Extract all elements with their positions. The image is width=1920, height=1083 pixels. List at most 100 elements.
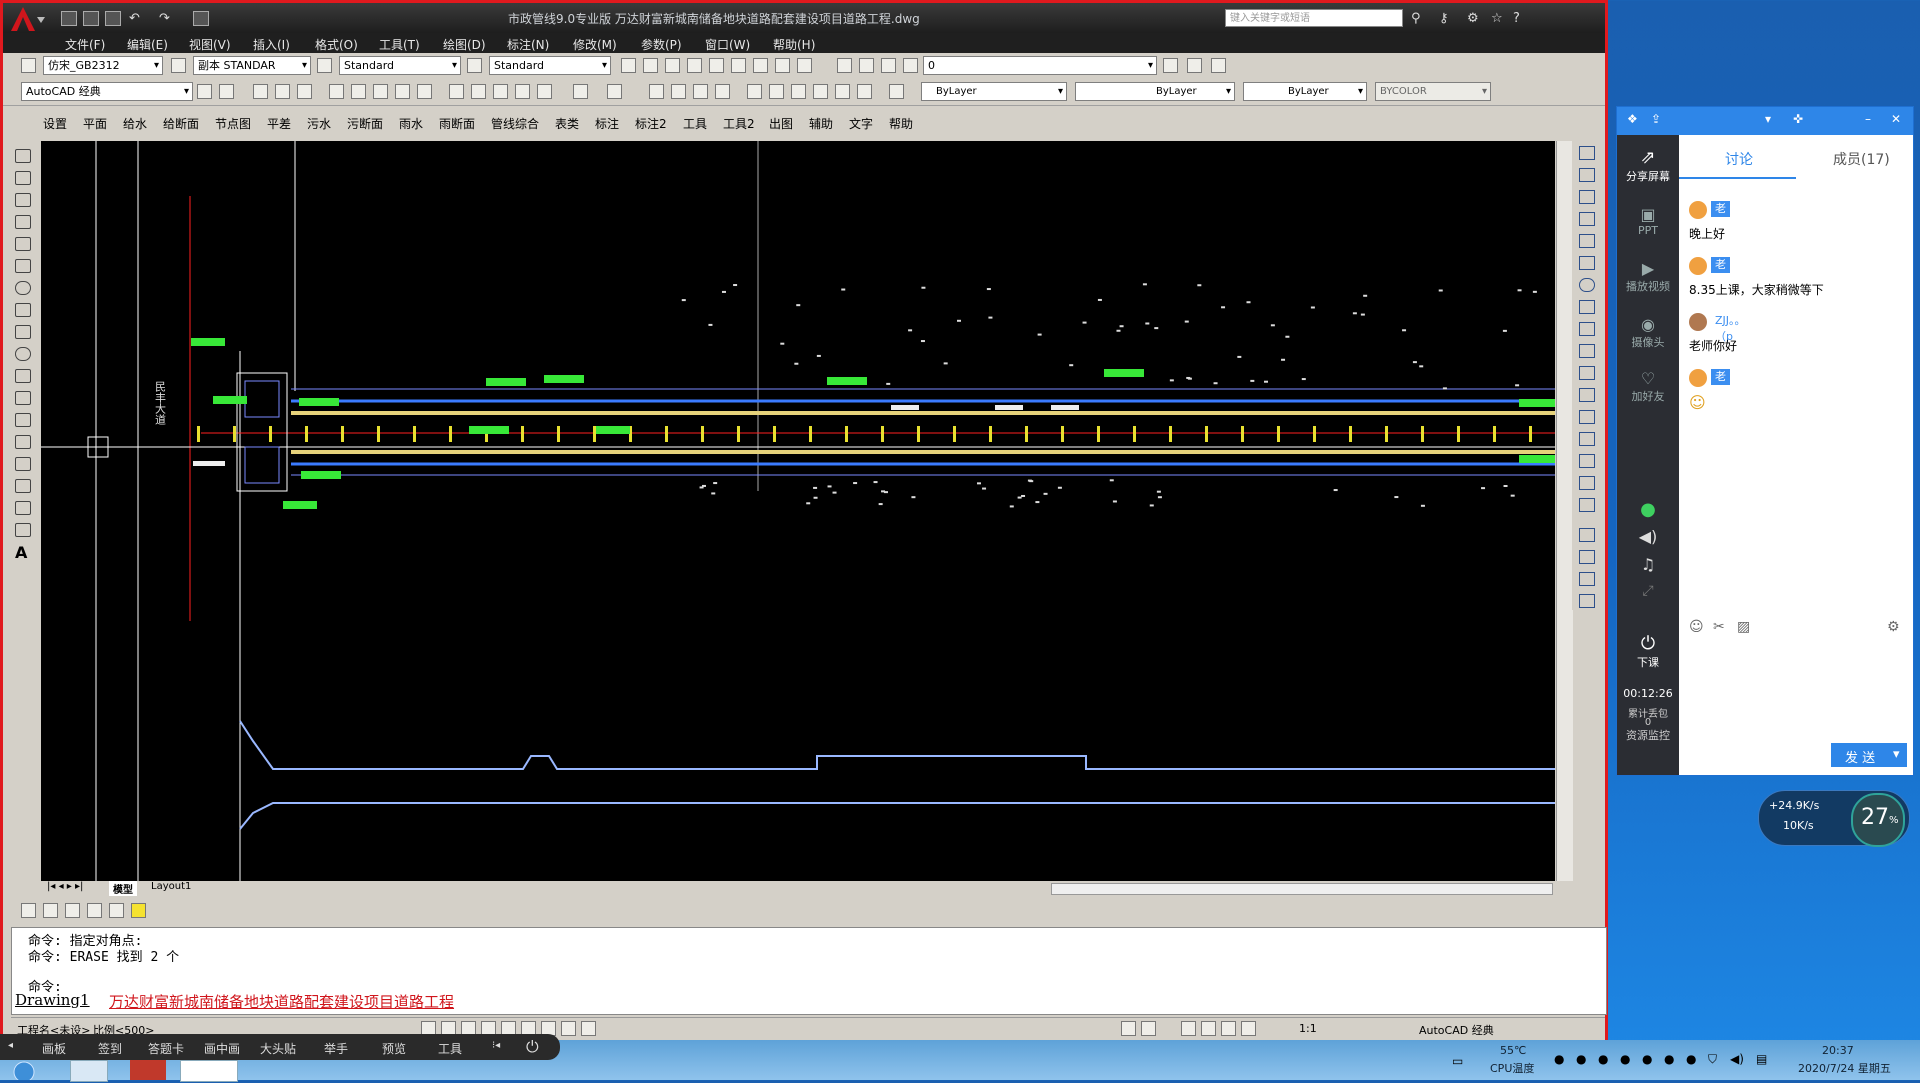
cmenu-text[interactable]: 文字 [849, 115, 873, 132]
model-space-icon[interactable] [1121, 1021, 1136, 1036]
chat-pin-icon[interactable]: ✜ [1793, 112, 1803, 126]
tray-icon-5[interactable]: ● [1642, 1052, 1652, 1066]
dim-style-select[interactable]: 副本 STANDAR [193, 56, 311, 75]
speaker-icon[interactable]: ◀) [1617, 527, 1679, 546]
array-icon[interactable] [1579, 234, 1595, 248]
keyboard-icon[interactable]: ▭ [1452, 1054, 1463, 1068]
tray-icon-7[interactable]: ● [1686, 1052, 1696, 1066]
layout-icon[interactable] [1141, 1021, 1156, 1036]
text-justify-icon[interactable] [753, 58, 768, 73]
steering-wheel-icon[interactable] [1221, 1021, 1236, 1036]
table-icon[interactable] [15, 523, 31, 537]
camera-button[interactable]: ◉ 摄像头 [1617, 315, 1679, 350]
zoom-previous-icon[interactable] [715, 84, 730, 99]
layer-current-icon[interactable] [1163, 58, 1178, 73]
canvas-vertical-scrollbar[interactable] [1556, 141, 1573, 881]
mleader-style-select[interactable]: Standard [489, 56, 611, 75]
lineweight-select[interactable]: ByLayer [1243, 82, 1367, 101]
cmenu-annotate2[interactable]: 标注2 [635, 115, 667, 132]
menu-insert[interactable]: 插入(I) [253, 36, 290, 53]
menu-window[interactable]: 窗口(W) [705, 36, 750, 53]
save-icon[interactable] [105, 11, 121, 26]
tray-icon-3[interactable]: ● [1598, 1052, 1608, 1066]
tool-answer-card[interactable]: 答题卡 [148, 1040, 184, 1057]
cmenu-rain[interactable]: 雨水 [399, 115, 423, 132]
rectangle-icon[interactable] [15, 237, 31, 251]
cmenu-water[interactable]: 给水 [123, 115, 147, 132]
tab-layout1[interactable]: Layout1 [147, 881, 195, 892]
fillet-icon[interactable] [1579, 476, 1595, 490]
revcloud-icon[interactable] [15, 303, 31, 317]
annotation-scale[interactable]: 1:1 [1299, 1022, 1317, 1035]
mleader-style-icon[interactable] [467, 58, 482, 73]
explode-icon[interactable] [1579, 498, 1595, 512]
cut-icon[interactable] [449, 84, 464, 99]
microphone-icon[interactable]: ● [1617, 499, 1679, 520]
zoom-realtime-icon[interactable] [671, 84, 686, 99]
layer-states-icon[interactable] [1211, 58, 1226, 73]
showmotion-icon[interactable] [1241, 1021, 1256, 1036]
open-file-icon[interactable] [83, 11, 99, 26]
menu-help[interactable]: 帮助(H) [773, 36, 815, 53]
music-icon[interactable]: ♫ [1617, 555, 1679, 574]
network-icon[interactable]: ▤ [1756, 1052, 1767, 1066]
zoom-window-icon[interactable] [693, 84, 708, 99]
app-logo-icon[interactable] [7, 5, 49, 33]
tool-whiteboard[interactable]: 画板 [42, 1040, 66, 1057]
text-convert-icon[interactable] [775, 58, 790, 73]
offset-icon[interactable] [1579, 212, 1595, 226]
clock-date[interactable]: 2020/7/24 星期五 [1798, 1060, 1891, 1076]
plotstyle-select[interactable]: BYCOLOR [1375, 82, 1491, 101]
menu-file[interactable]: 文件(F) [65, 36, 105, 53]
status-pan-icon[interactable] [1181, 1021, 1196, 1036]
tab-members[interactable]: 成员(17) [1833, 149, 1890, 169]
rotate-icon[interactable] [1579, 278, 1595, 292]
power-off-icon[interactable]: ⏻ [526, 1037, 539, 1057]
save-toolbar-icon[interactable] [297, 84, 312, 99]
dim-style-icon[interactable] [171, 58, 186, 73]
cmenu-annotate[interactable]: 标注 [595, 115, 619, 132]
plot-icon[interactable] [329, 84, 344, 99]
spell-check-icon[interactable] [709, 58, 724, 73]
layer-manager-icon[interactable] [837, 58, 852, 73]
chat-share-icon[interactable]: ⇪ [1651, 112, 1661, 126]
cmenu-rain-section[interactable]: 雨断面 [439, 115, 475, 132]
tool-tools[interactable]: 工具 [438, 1040, 462, 1057]
text-table-icon[interactable] [797, 58, 812, 73]
layer-freeze-icon[interactable] [109, 903, 124, 918]
shield-icon[interactable]: ⛉ [1708, 1052, 1717, 1067]
ellipse-arc-icon[interactable] [15, 369, 31, 383]
menu-edit[interactable]: 编辑(E) [127, 36, 168, 53]
insert-block-icon[interactable] [15, 391, 31, 405]
color-select[interactable]: ByLayer [921, 82, 1067, 101]
layer-lock-icon[interactable] [903, 58, 918, 73]
xline-icon[interactable] [15, 171, 31, 185]
send-options-icon[interactable]: ▾ [1893, 747, 1900, 762]
fullscreen-icon[interactable]: ⤢ [1617, 583, 1679, 599]
chat-dropdown-icon[interactable]: ▾ [1765, 112, 1771, 126]
network-speed-widget[interactable]: +24.9K/s 10K/s 27 % [1758, 790, 1910, 847]
stretch-icon[interactable] [1579, 322, 1595, 336]
spline-icon[interactable] [15, 325, 31, 339]
add-friend-button[interactable]: ♡ 加好友 [1617, 369, 1679, 404]
menu-dimension[interactable]: 标注(N) [507, 36, 549, 53]
layer-lock-toggle-icon[interactable] [65, 903, 80, 918]
qnew-icon[interactable] [253, 84, 268, 99]
gradient-icon[interactable] [15, 479, 31, 493]
tray-icon-6[interactable]: ● [1664, 1052, 1674, 1066]
taskbar-autocad[interactable] [130, 1060, 166, 1080]
share-screen-button[interactable]: ⇗ 分享屏幕 [1617, 147, 1679, 184]
tool-pip[interactable]: 画中画 [204, 1040, 240, 1057]
binoculars-icon[interactable]: ⚲ [1411, 11, 1421, 26]
key-search-icon[interactable]: ⚷ [1439, 11, 1449, 26]
help-icon[interactable]: ? [1513, 11, 1520, 26]
more-icon[interactable]: ⁝◂ [492, 1040, 500, 1051]
workspace-select[interactable]: AutoCAD 经典 [21, 82, 193, 101]
draworder-front-icon[interactable] [1579, 528, 1595, 542]
menu-draw[interactable]: 绘图(D) [443, 36, 486, 53]
text-edit-icon[interactable] [665, 58, 680, 73]
drawing-tab-drawing1[interactable]: Drawing1 [15, 991, 90, 1009]
favorites-star-icon[interactable]: ☆ [1491, 11, 1503, 26]
screenshot-icon[interactable]: ✂ [1713, 619, 1725, 635]
arc-icon[interactable] [15, 259, 31, 273]
